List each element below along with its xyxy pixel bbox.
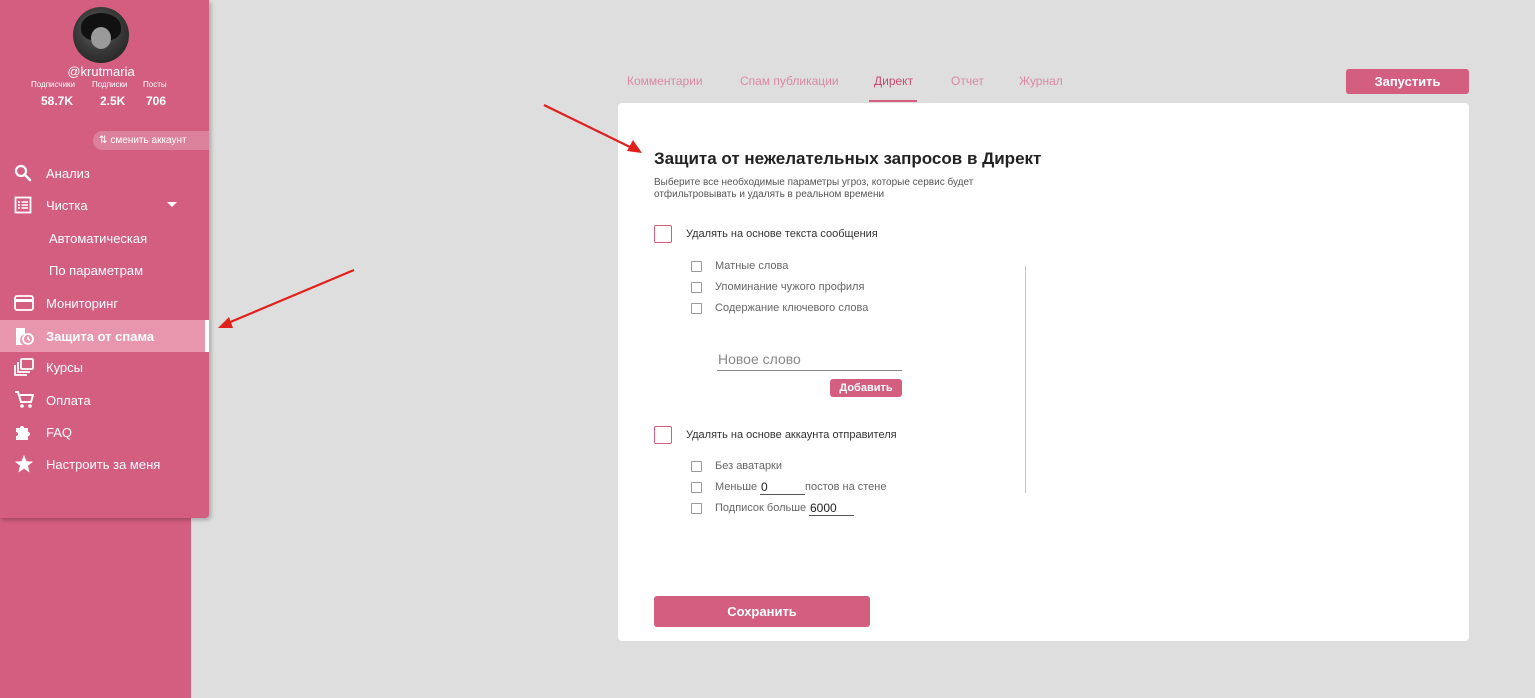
sidebar-item-label: Автоматическая xyxy=(49,230,148,246)
tab-journal[interactable]: Журнал xyxy=(1019,74,1063,102)
card-title: Защита от нежелательных запросов в Дирек… xyxy=(654,149,1042,168)
keyword-label: Содержание ключевого слова xyxy=(715,302,869,314)
sidebar-item-monitoring[interactable]: Мониторинг xyxy=(0,287,209,319)
tab-spam-publications[interactable]: Спам публикации xyxy=(740,74,839,102)
sidebar-item-label: Защита от спама xyxy=(46,328,155,344)
cart-icon xyxy=(0,391,46,409)
avatar-face xyxy=(91,27,111,49)
swap-icon: ⇅ xyxy=(99,135,108,146)
sidebar-item-courses[interactable]: Курсы xyxy=(0,351,209,383)
profanity-label: Матные слова xyxy=(715,260,789,272)
sidebar-item-setup-for-me[interactable]: Настроить за меня xyxy=(0,448,209,480)
profile-mention-checkbox[interactable] xyxy=(691,282,702,293)
sidebar-item-label: FAQ xyxy=(46,424,73,440)
following-label: Подписки xyxy=(92,80,128,89)
sidebar-item-analysis[interactable]: Анализ xyxy=(0,157,209,189)
sidebar-item-label: Курсы xyxy=(46,359,84,375)
library-icon xyxy=(0,358,46,376)
run-button[interactable]: Запустить xyxy=(1346,69,1469,94)
sidebar-item-automatic[interactable]: Автоматическая xyxy=(0,222,209,254)
tab-direct[interactable]: Директ xyxy=(868,74,918,102)
avatar[interactable] xyxy=(73,7,129,63)
profanity-checkbox[interactable] xyxy=(691,261,702,272)
puzzle-icon xyxy=(0,422,46,442)
card-description: Выберите все необходимые параметры угроз… xyxy=(654,177,974,200)
arrow-to-spam-menu xyxy=(218,268,355,328)
sidebar-item-label: Оплата xyxy=(46,392,91,408)
search-icon xyxy=(0,164,46,182)
following-count-input[interactable] xyxy=(809,500,854,516)
sidebar-item-label: Чистка xyxy=(46,197,88,213)
sidebar-item-label: По параметрам xyxy=(49,262,144,278)
list-icon xyxy=(0,196,46,214)
keyword-checkbox[interactable] xyxy=(691,303,702,314)
followers-label: Подписчики xyxy=(31,80,76,89)
tab-report[interactable]: Отчет xyxy=(951,74,984,102)
few-posts-label: Меньше xyxy=(715,481,758,493)
tab-comments[interactable]: Комментарии xyxy=(627,74,703,102)
posts-count-input[interactable] xyxy=(760,479,805,495)
sender-account-checkbox[interactable] xyxy=(654,426,672,444)
posts-label: Посты xyxy=(143,80,167,89)
card-icon xyxy=(0,295,46,311)
sidebar-item-faq[interactable]: FAQ xyxy=(0,416,209,448)
sidebar-item-cleaning[interactable]: Чистка xyxy=(0,189,209,221)
add-word-button[interactable]: Добавить xyxy=(830,379,902,397)
no-avatar-label: Без аватарки xyxy=(715,460,783,472)
star-icon xyxy=(0,454,46,474)
sidebar-item-spam-protection[interactable]: Защита от спама xyxy=(0,320,209,352)
divider xyxy=(1025,266,1026,493)
no-avatar-checkbox[interactable] xyxy=(691,461,702,472)
profile-mention-label: Упоминание чужого профиля xyxy=(715,281,865,293)
followers-count: 58.7K xyxy=(41,94,74,108)
few-posts-checkbox[interactable] xyxy=(691,482,702,493)
direct-protection-card: Защита от нежелательных запросов в Дирек… xyxy=(618,103,1469,641)
sender-account-label: Удалять на основе аккаунта отправителя xyxy=(686,429,897,441)
message-text-checkbox[interactable] xyxy=(654,225,672,243)
many-following-checkbox[interactable] xyxy=(691,503,702,514)
sidebar-item-label: Анализ xyxy=(46,165,90,181)
switch-account-label: сменить аккаунт xyxy=(110,135,187,146)
message-text-label: Удалять на основе текста сообщения xyxy=(686,228,878,240)
sidebar-item-label: Настроить за меня xyxy=(46,456,161,472)
sidebar-item-payment[interactable]: Оплата xyxy=(0,384,209,416)
shield-clock-icon xyxy=(0,326,46,346)
many-following-label: Подписок больше xyxy=(715,502,807,514)
save-button[interactable]: Сохранить xyxy=(654,596,870,627)
chevron-down-icon[interactable] xyxy=(167,202,177,207)
sidebar-item-label: Мониторинг xyxy=(46,295,119,311)
sidebar: @krutmaria Подписчики Подписки Посты 58.… xyxy=(0,0,209,518)
switch-account-button[interactable]: ⇅ сменить аккаунт xyxy=(93,131,209,150)
following-count: 2.5K xyxy=(100,94,126,108)
posts-suffix-label: постов на стене xyxy=(805,481,887,493)
username: @krutmaria xyxy=(67,64,135,79)
posts-count: 706 xyxy=(146,94,167,108)
new-word-input[interactable] xyxy=(717,347,902,371)
sidebar-item-by-parameters[interactable]: По параметрам xyxy=(0,254,209,286)
